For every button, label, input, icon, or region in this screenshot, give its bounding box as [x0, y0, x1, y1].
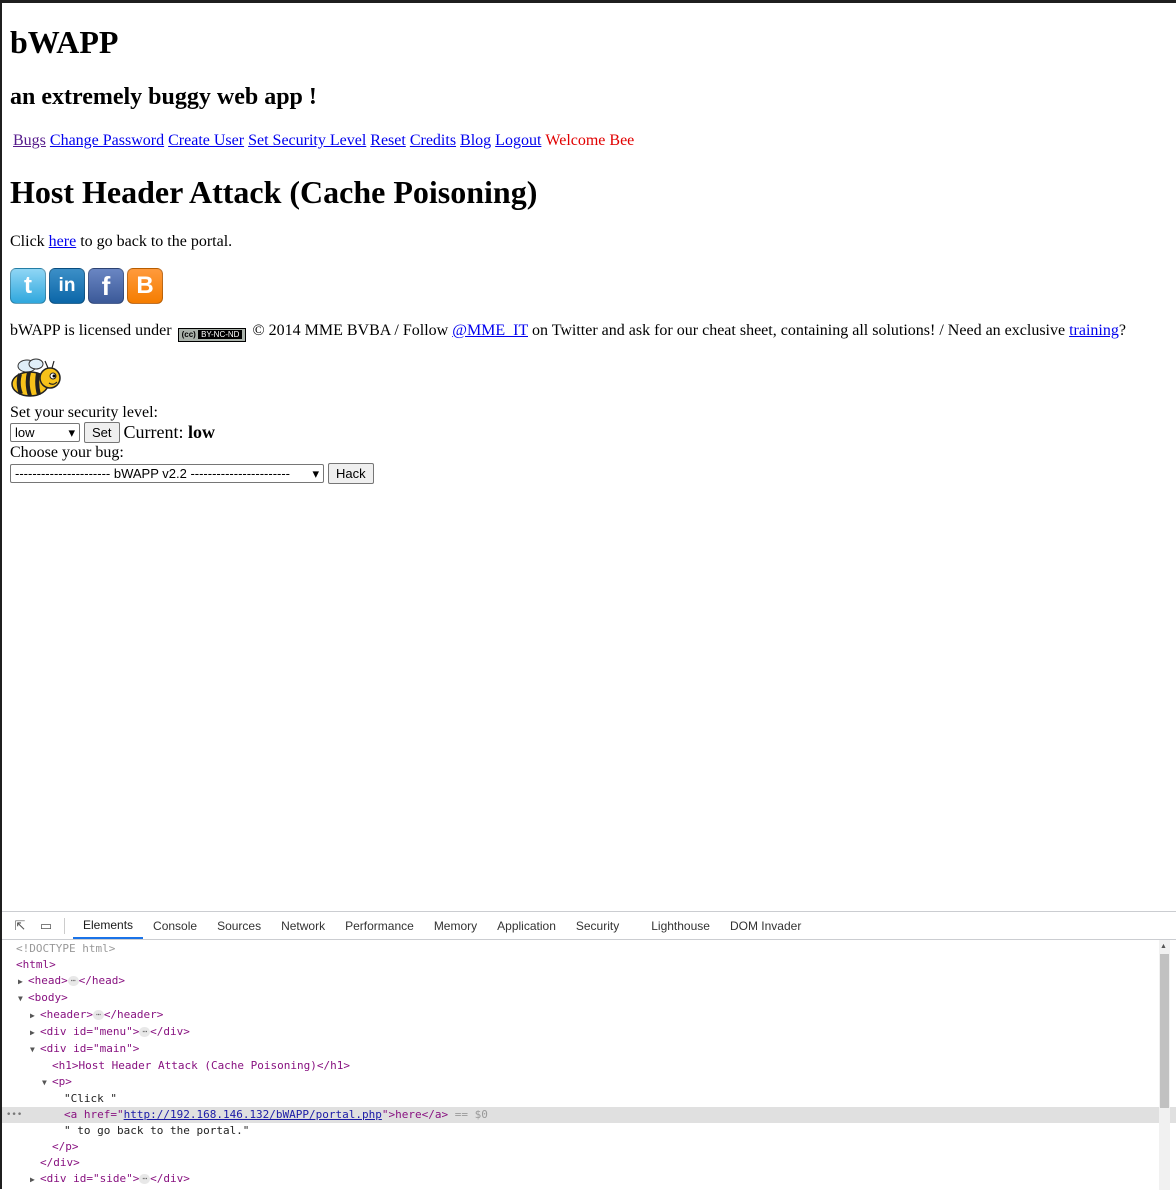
- hack-button[interactable]: Hack: [328, 463, 374, 484]
- tree-line-doctype: <!DOCTYPE html>: [16, 942, 116, 955]
- current-label: Current:: [123, 422, 189, 442]
- menu-link-reset[interactable]: Reset: [370, 132, 406, 149]
- back-to-portal-text: Click here to go back to the portal.: [10, 233, 232, 251]
- chevron-down-icon: ▾: [312, 465, 319, 481]
- window-top-border: [0, 0, 1176, 3]
- collapse-arrow-icon: ▼: [30, 1045, 35, 1054]
- cc-badge-symbol: (cc): [181, 330, 196, 339]
- tree-line-main-close[interactable]: </div>: [2, 1155, 1176, 1171]
- linkedin-icon[interactable]: in: [49, 268, 85, 304]
- cc-badge-text: BY-NC-ND: [198, 330, 243, 339]
- bug-select-value: ---------------------- bWAPP v2.2 ------…: [15, 466, 291, 481]
- security-level-value: low: [15, 425, 35, 440]
- tab-memory[interactable]: Memory: [424, 912, 487, 939]
- choose-bug-form: ---------------------- bWAPP v2.2 ------…: [10, 463, 374, 484]
- menu-link-change-password[interactable]: Change Password: [50, 132, 164, 149]
- tab-dom-invader[interactable]: DOM Invader: [720, 912, 811, 939]
- license-middle: © 2014 MME BVBA / Follow: [248, 322, 453, 339]
- bug-select[interactable]: ---------------------- bWAPP v2.2 ------…: [10, 464, 324, 483]
- ellipsis-icon: ⋯: [139, 1174, 151, 1184]
- collapse-arrow-icon: ▼: [42, 1078, 47, 1087]
- security-level-label: Set your security level:: [10, 404, 158, 421]
- ellipsis-icon: ⋯: [67, 976, 79, 986]
- expand-arrow-icon: ▶: [30, 1175, 35, 1184]
- facebook-glyph: f: [101, 270, 111, 301]
- more-options-icon: •••: [6, 1110, 23, 1120]
- anchor-href-link[interactable]: http://192.168.146.132/bWAPP/portal.php: [124, 1108, 382, 1121]
- menu-link-set-security-level[interactable]: Set Security Level: [248, 132, 366, 149]
- cc-license-badge[interactable]: (cc) BY-NC-ND: [177, 328, 247, 342]
- devtools-tabbar: ⇱ ▭ Elements Console Sources Network Per…: [2, 912, 1176, 940]
- site-subtitle: an extremely buggy web app !: [10, 84, 317, 110]
- collapse-arrow-icon: ▼: [18, 994, 23, 1003]
- social-links: t in f B: [10, 268, 163, 304]
- tab-lighthouse[interactable]: Lighthouse: [641, 912, 720, 939]
- menu-link-credits[interactable]: Credits: [410, 132, 456, 149]
- chevron-down-icon: ▾: [68, 424, 75, 440]
- devtools-panel: ⇱ ▭ Elements Console Sources Network Per…: [2, 911, 1176, 1190]
- tree-line-p[interactable]: ▼ <p>: [2, 1074, 1176, 1090]
- license-text: bWAPP is licensed under (cc) BY-NC-ND © …: [10, 322, 1126, 342]
- current-value: low: [188, 422, 216, 442]
- main-menu: Bugs Change Password Create User Set Securi…: [13, 132, 634, 150]
- tab-elements[interactable]: Elements: [73, 912, 144, 939]
- choose-bug-label: Choose your bug:: [10, 444, 124, 461]
- scrollbar-thumb[interactable]: [1160, 954, 1169, 1108]
- scroll-up-icon[interactable]: ▲: [1160, 942, 1167, 950]
- tree-line-menu-div[interactable]: ▶ <div id="menu"> ⋯ </div>: [2, 1024, 1176, 1040]
- tree-line-html[interactable]: <html>: [2, 957, 1170, 973]
- welcome-message: Welcome Bee: [545, 132, 635, 149]
- menu-link-bugs[interactable]: Bugs: [13, 132, 46, 149]
- tree-line-text-back[interactable]: " to go back to the portal.": [2, 1123, 1176, 1139]
- tree-line-side-div[interactable]: ▶ <div id="side"> ⋯ </div>: [2, 1171, 1176, 1187]
- expand-arrow-icon: ▶: [30, 1011, 35, 1020]
- tabbar-divider: [64, 917, 65, 934]
- back-suffix: to go back to the portal.: [76, 233, 233, 250]
- page-title: Host Header Attack (Cache Poisoning): [10, 174, 538, 210]
- current-security-level: Current: low: [124, 422, 216, 443]
- facebook-icon[interactable]: f: [88, 268, 124, 304]
- inspect-element-icon[interactable]: ⇱: [12, 918, 28, 934]
- set-security-button[interactable]: Set: [84, 422, 120, 443]
- twitter-handle-link[interactable]: @MME_IT: [452, 322, 528, 339]
- tab-console[interactable]: Console: [143, 912, 207, 939]
- license-end: ?: [1118, 322, 1126, 339]
- ellipsis-icon: ⋯: [139, 1027, 151, 1037]
- tab-application[interactable]: Application: [487, 912, 566, 939]
- twitter-glyph: t: [24, 272, 32, 299]
- tree-line-text-click[interactable]: "Click ": [2, 1091, 1176, 1107]
- twitter-icon[interactable]: t: [10, 268, 46, 304]
- menu-link-logout[interactable]: Logout: [495, 132, 541, 149]
- security-level-form: low ▾ Set Current: low: [10, 422, 215, 443]
- menu-link-blog[interactable]: Blog: [460, 132, 491, 149]
- device-toolbar-icon[interactable]: ▭: [38, 918, 54, 934]
- training-link[interactable]: training: [1069, 322, 1119, 339]
- tree-line-h1[interactable]: <h1>Host Header Attack (Cache Poisoning)…: [2, 1058, 1176, 1074]
- tab-sources[interactable]: Sources: [207, 912, 271, 939]
- tree-line-anchor-selected[interactable]: ••• <a href="http://192.168.146.132/bWAPP…: [2, 1107, 1176, 1123]
- blogger-icon[interactable]: B: [127, 268, 163, 304]
- tree-line-header[interactable]: ▶ <header> ⋯ </header>: [2, 1007, 1176, 1023]
- expand-arrow-icon: ▶: [30, 1028, 35, 1037]
- menu-link-create-user[interactable]: Create User: [168, 132, 244, 149]
- linkedin-glyph: in: [58, 275, 76, 296]
- expand-arrow-icon: ▶: [18, 977, 23, 986]
- security-level-select[interactable]: low ▾: [10, 423, 80, 442]
- license-after-twitter: on Twitter and ask for our cheat sheet, …: [527, 322, 1070, 339]
- tab-security[interactable]: Security: [566, 912, 629, 939]
- site-title: bWAPP: [10, 24, 119, 60]
- tree-line-main-div[interactable]: ▼ <div id="main">: [2, 1041, 1176, 1057]
- bee-logo-icon: [11, 358, 61, 397]
- tab-network[interactable]: Network: [271, 912, 335, 939]
- tree-line-head[interactable]: ▶ <head> ⋯ </head>: [2, 973, 1172, 989]
- tab-performance[interactable]: Performance: [335, 912, 424, 939]
- tree-line-body[interactable]: ▼ <body>: [2, 990, 1172, 1006]
- elements-scrollbar[interactable]: ▲: [1159, 940, 1170, 1190]
- back-prefix: Click: [10, 233, 49, 250]
- license-prefix: bWAPP is licensed under: [10, 322, 176, 339]
- ellipsis-icon: ⋯: [92, 1010, 104, 1020]
- portal-link[interactable]: here: [49, 233, 77, 250]
- tree-line-p-close[interactable]: </p>: [2, 1139, 1176, 1155]
- blogger-glyph: B: [136, 272, 154, 299]
